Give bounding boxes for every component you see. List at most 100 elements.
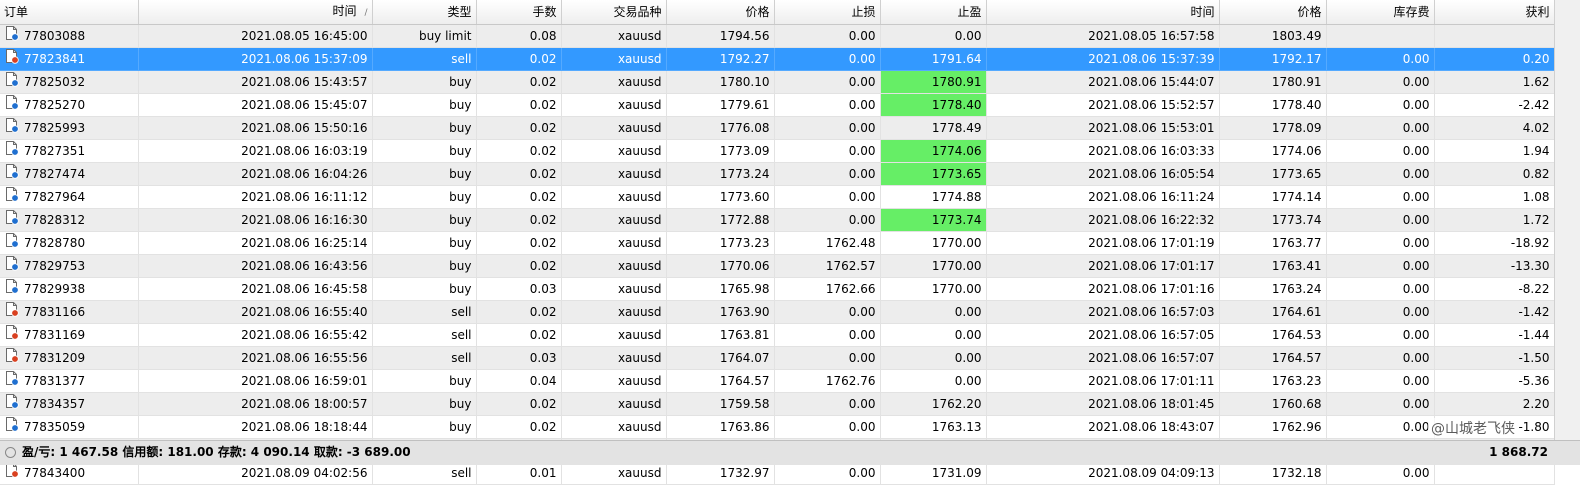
order-number: 77825032 — [24, 75, 86, 89]
cell-type: buy — [372, 93, 477, 117]
cell-symbol: xauusd — [561, 139, 667, 163]
cell-order[interactable]: 77834357 — [0, 392, 139, 416]
column-header-close-time[interactable]: 时间 — [986, 0, 1220, 25]
table-row[interactable]: 77829753 2021.08.06 16:43:56 buy 0.02 xauusd… — [0, 254, 1555, 278]
table-row[interactable]: 77827964 2021.08.06 16:11:12 buy 0.02 xauusd… — [0, 185, 1555, 209]
cell-swap: 0.00 — [1326, 323, 1435, 347]
buy-order-icon — [4, 117, 20, 139]
cell-order[interactable]: 77803088 — [0, 24, 139, 48]
cell-open-price: 1773.09 — [666, 139, 775, 163]
table-row[interactable]: 77831209 2021.08.06 16:55:56 sell 0.03 xauus… — [0, 346, 1555, 370]
cell-order[interactable]: 77829753 — [0, 254, 139, 278]
cell-profit: -1.42 — [1434, 300, 1555, 324]
order-number: 77823841 — [24, 52, 86, 66]
cell-order[interactable]: 77831377 — [0, 369, 139, 393]
cell-symbol: xauusd — [561, 70, 667, 94]
cell-close-time: 2021.08.06 18:01:45 — [986, 392, 1220, 416]
table-row[interactable]: 77803088 2021.08.05 16:45:00 buy limit 0.08… — [0, 24, 1555, 48]
cell-close-price: 1773.65 — [1219, 162, 1327, 186]
column-header-type[interactable]: 类型 — [372, 0, 477, 25]
cell-symbol: xauusd — [561, 254, 667, 278]
cell-close-price: 1763.41 — [1219, 254, 1327, 278]
column-header-volume[interactable]: 手数 — [476, 0, 562, 25]
cell-order[interactable]: 77823841 — [0, 47, 139, 71]
column-header-order[interactable]: 订单 — [0, 0, 139, 25]
cell-open-time: 2021.08.06 16:11:12 — [138, 185, 373, 209]
column-header-profit[interactable]: 获利 — [1434, 0, 1555, 25]
column-header-take-profit[interactable]: 止盈 — [880, 0, 987, 25]
cell-order[interactable]: 77828780 — [0, 231, 139, 255]
cell-symbol: xauusd — [561, 415, 667, 439]
cell-stop-loss: 0.00 — [774, 139, 881, 163]
cell-profit — [1434, 24, 1555, 48]
cell-open-price: 1780.10 — [666, 70, 775, 94]
cell-volume: 0.02 — [476, 93, 562, 117]
sell-order-icon — [4, 324, 20, 346]
table-row[interactable]: 77827351 2021.08.06 16:03:19 buy 0.02 xauusd… — [0, 139, 1555, 163]
cell-open-time: 2021.08.06 16:55:40 — [138, 300, 373, 324]
vertical-scrollbar[interactable] — [1554, 0, 1580, 440]
table-row[interactable]: 77831169 2021.08.06 16:55:42 sell 0.02 xauus… — [0, 323, 1555, 347]
cell-open-time: 2021.08.06 15:37:09 — [138, 47, 373, 71]
cell-order[interactable]: 77825270 — [0, 93, 139, 117]
cell-order[interactable]: 77827964 — [0, 185, 139, 209]
cell-order[interactable]: 77825032 — [0, 70, 139, 94]
cell-close-price: 1803.49 — [1219, 24, 1327, 48]
cell-close-price: 1774.14 — [1219, 185, 1327, 209]
cell-stop-loss: 1762.66 — [774, 277, 881, 301]
terminal-history-panel: 订单 时间 / 类型 手数 交易品种 价格 止损 止盈 时间 价格 库存费 获利 … — [0, 0, 1580, 485]
cell-order[interactable]: 77831166 — [0, 300, 139, 324]
table-row[interactable]: 77825032 2021.08.06 15:43:57 buy 0.02 xauusd… — [0, 70, 1555, 94]
column-header-swap[interactable]: 库存费 — [1326, 0, 1435, 25]
cell-order[interactable]: 77835059 — [0, 415, 139, 439]
column-header-symbol[interactable]: 交易品种 — [561, 0, 667, 25]
cell-open-time: 2021.08.06 18:00:57 — [138, 392, 373, 416]
cell-close-price: 1778.40 — [1219, 93, 1327, 117]
cell-take-profit: 0.00 — [880, 346, 987, 370]
column-header-open-price[interactable]: 价格 — [666, 0, 775, 25]
cell-type: buy — [372, 231, 477, 255]
cell-type: buy — [372, 116, 477, 140]
order-cell-content: 77825032 — [4, 71, 134, 93]
cell-order[interactable]: 77825993 — [0, 116, 139, 140]
buy-order-icon — [4, 186, 20, 208]
table-row[interactable]: 77823841 2021.08.06 15:37:09 sell 0.02 xauus… — [0, 47, 1555, 71]
cell-open-price: 1773.24 — [666, 162, 775, 186]
cell-order[interactable]: 77829938 — [0, 277, 139, 301]
cell-order[interactable]: 77831169 — [0, 323, 139, 347]
cell-close-price: 1762.96 — [1219, 415, 1327, 439]
column-header-close-price[interactable]: 价格 — [1219, 0, 1327, 25]
cell-swap: 0.00 — [1326, 254, 1435, 278]
table-row[interactable]: 77835059 2021.08.06 18:18:44 buy 0.02 xauusd… — [0, 415, 1555, 439]
table-row[interactable]: 77831377 2021.08.06 16:59:01 buy 0.04 xauusd… — [0, 369, 1555, 393]
table-row[interactable]: 77831166 2021.08.06 16:55:40 sell 0.02 xauus… — [0, 300, 1555, 324]
column-header-stop-loss[interactable]: 止损 — [774, 0, 881, 25]
cell-close-time: 2021.08.06 16:05:54 — [986, 162, 1220, 186]
cell-order[interactable]: 77828312 — [0, 208, 139, 232]
cell-volume: 0.04 — [476, 369, 562, 393]
table-row[interactable]: 77825270 2021.08.06 15:45:07 buy 0.02 xauusd… — [0, 93, 1555, 117]
cell-open-price: 1764.07 — [666, 346, 775, 370]
table-row[interactable]: 77828312 2021.08.06 16:16:30 buy 0.02 xauusd… — [0, 208, 1555, 232]
cell-volume: 0.02 — [476, 139, 562, 163]
column-header-open-time[interactable]: 时间 / — [138, 0, 373, 25]
table-row[interactable]: 77827474 2021.08.06 16:04:26 buy 0.02 xauusd… — [0, 162, 1555, 186]
cell-close-price: 1764.57 — [1219, 346, 1327, 370]
table-row[interactable]: 77825993 2021.08.06 15:50:16 buy 0.02 xauusd… — [0, 116, 1555, 140]
cell-stop-loss: 0.00 — [774, 162, 881, 186]
cell-volume: 0.02 — [476, 415, 562, 439]
cell-order[interactable]: 77827474 — [0, 162, 139, 186]
cell-type: buy — [372, 185, 477, 209]
cell-order[interactable]: 77827351 — [0, 139, 139, 163]
table-row[interactable]: 77834357 2021.08.06 18:00:57 buy 0.02 xauusd… — [0, 392, 1555, 416]
table-row[interactable]: 77828780 2021.08.06 16:25:14 buy 0.02 xauusd… — [0, 231, 1555, 255]
table-row[interactable]: 77829938 2021.08.06 16:45:58 buy 0.03 xauusd… — [0, 277, 1555, 301]
cell-order[interactable]: 77831209 — [0, 346, 139, 370]
cell-take-profit: 1773.65 — [880, 162, 987, 186]
cell-close-price: 1760.68 — [1219, 392, 1327, 416]
cell-stop-loss: 0.00 — [774, 208, 881, 232]
cell-type: sell — [372, 323, 477, 347]
cell-close-time: 2021.08.06 16:11:24 — [986, 185, 1220, 209]
cell-take-profit: 0.00 — [880, 369, 987, 393]
cell-swap: 0.00 — [1326, 70, 1435, 94]
